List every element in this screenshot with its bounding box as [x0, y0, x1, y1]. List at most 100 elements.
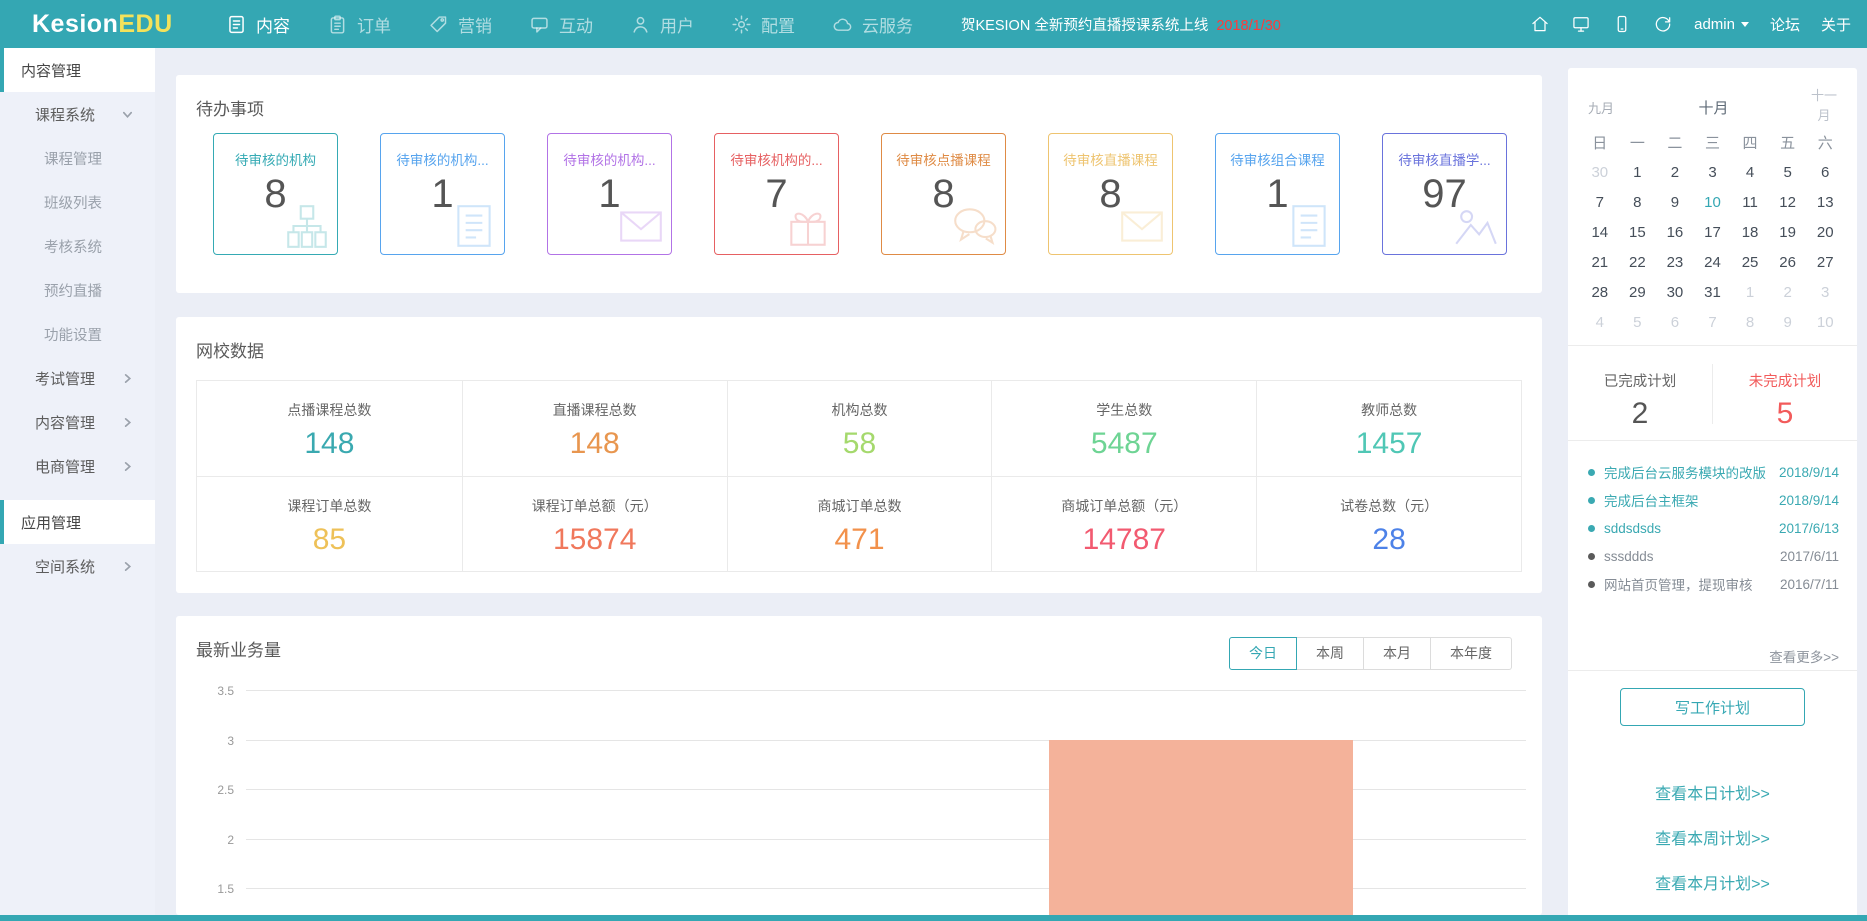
calendar-day[interactable]: 27: [1806, 247, 1844, 277]
todo-card-7[interactable]: 待审核直播学... 97: [1382, 133, 1507, 255]
stats-panel: 网校数据 点播课程总数 148 直播课程总数 148 机构总数 58 学生总数 …: [176, 317, 1542, 593]
calendar-day[interactable]: 8: [1731, 307, 1769, 337]
calendar-day[interactable]: 14: [1581, 217, 1619, 247]
app-logo[interactable]: KesionEDU: [32, 10, 218, 39]
todo-card-3[interactable]: 待审核机构的... 7: [714, 133, 839, 255]
calendar-day[interactable]: 11: [1731, 187, 1769, 217]
bottom-strip: [0, 915, 1867, 921]
range-tab-0[interactable]: 今日: [1229, 637, 1297, 670]
sidebar-item-class-list[interactable]: 班级列表: [0, 180, 155, 224]
sidebar-group-exam-mgmt[interactable]: 考试管理: [0, 356, 155, 400]
sidebar-section-app-mgmt[interactable]: 应用管理: [0, 500, 155, 544]
calendar-prev-month[interactable]: 九月: [1588, 98, 1614, 117]
plan-links: 查看本日计划>> 查看本周计划>> 查看本月计划>>: [1568, 780, 1857, 915]
range-tab-1[interactable]: 本周: [1296, 637, 1364, 670]
calendar-day[interactable]: 30: [1656, 277, 1694, 307]
sidebar-group-ecommerce-mgmt[interactable]: 电商管理: [0, 444, 155, 488]
calendar-day[interactable]: 3: [1694, 157, 1732, 187]
write-plan-button[interactable]: 写工作计划: [1620, 688, 1805, 726]
calendar-day[interactable]: 5: [1769, 157, 1807, 187]
calendar-day[interactable]: 5: [1619, 307, 1657, 337]
calendar-day[interactable]: 1: [1731, 277, 1769, 307]
calendar-day[interactable]: 31: [1694, 277, 1732, 307]
calendar-day[interactable]: 18: [1731, 217, 1769, 247]
calendar-day[interactable]: 7: [1581, 187, 1619, 217]
calendar-day[interactable]: 8: [1619, 187, 1657, 217]
calendar-day[interactable]: 10: [1806, 307, 1844, 337]
calendar-day[interactable]: 16: [1656, 217, 1694, 247]
nav-cloud[interactable]: 云服务: [832, 12, 913, 37]
view-today-plan-link[interactable]: 查看本日计划>>: [1568, 780, 1857, 804]
sidebar-group-course-system[interactable]: 课程系统: [0, 92, 155, 136]
range-tab-2[interactable]: 本月: [1363, 637, 1431, 670]
calendar-day[interactable]: 9: [1656, 187, 1694, 217]
calendar-day[interactable]: 6: [1656, 307, 1694, 337]
task-item[interactable]: sssddds 2017/6/11: [1568, 542, 1857, 570]
calendar-day[interactable]: 2: [1769, 277, 1807, 307]
todo-card-4[interactable]: 待审核点播课程 8: [881, 133, 1006, 255]
refresh-icon[interactable]: [1653, 14, 1673, 34]
calendar-day[interactable]: 23: [1656, 247, 1694, 277]
view-month-plan-link[interactable]: 查看本月计划>>: [1568, 870, 1857, 894]
sidebar-group-content-mgmt[interactable]: 内容管理: [0, 400, 155, 444]
sidebar-item-assessment[interactable]: 考核系统: [0, 224, 155, 268]
calendar-day[interactable]: 4: [1581, 307, 1619, 337]
calendar-day[interactable]: 12: [1769, 187, 1807, 217]
calendar-day[interactable]: 9: [1769, 307, 1807, 337]
sidebar-group-space-system[interactable]: 空间系统: [0, 544, 155, 588]
calendar-day[interactable]: 22: [1619, 247, 1657, 277]
stat-label: 课程订单总数: [197, 496, 462, 516]
task-item[interactable]: 完成后台主框架 2018/9/14: [1568, 486, 1857, 514]
calendar-day[interactable]: 26: [1769, 247, 1807, 277]
todo-card-2[interactable]: 待审核的机构... 1: [547, 133, 672, 255]
view-week-plan-link[interactable]: 查看本周计划>>: [1568, 825, 1857, 849]
calendar-day[interactable]: 1: [1619, 157, 1657, 187]
nav-marketing[interactable]: 营销: [428, 12, 492, 37]
todo-card-5[interactable]: 待审核直播课程 8: [1048, 133, 1173, 255]
calendar-day[interactable]: 2: [1656, 157, 1694, 187]
task-date: 2018/9/14: [1779, 465, 1839, 480]
todo-card-6[interactable]: 待审核组合课程 1: [1215, 133, 1340, 255]
home-icon[interactable]: [1530, 14, 1550, 34]
calendar-day[interactable]: 29: [1619, 277, 1657, 307]
forum-link[interactable]: 论坛: [1770, 14, 1800, 35]
sidebar-section-content-mgmt[interactable]: 内容管理: [0, 48, 155, 92]
task-item[interactable]: 网站首页管理，提现审核 2016/7/11: [1568, 570, 1857, 598]
calendar-day[interactable]: 17: [1694, 217, 1732, 247]
calendar-day[interactable]: 19: [1769, 217, 1807, 247]
task-item[interactable]: sddsdsds 2017/6/13: [1568, 514, 1857, 542]
calendar-day[interactable]: 25: [1731, 247, 1769, 277]
nav-settings[interactable]: 配置: [731, 12, 795, 37]
calendar-day[interactable]: 6: [1806, 157, 1844, 187]
calendar-day[interactable]: 15: [1619, 217, 1657, 247]
sidebar-item-live-booking[interactable]: 预约直播: [0, 268, 155, 312]
calendar-day[interactable]: 28: [1581, 277, 1619, 307]
calendar-day-today[interactable]: 10: [1694, 187, 1732, 217]
phone-icon[interactable]: [1612, 14, 1632, 34]
calendar-day[interactable]: 4: [1731, 157, 1769, 187]
chart-bar[interactable]: [1049, 740, 1353, 915]
nav-users[interactable]: 用户: [630, 12, 694, 37]
calendar-day[interactable]: 3: [1806, 277, 1844, 307]
todo-card-0[interactable]: 待审核的机构 8: [213, 133, 338, 255]
nav-interaction[interactable]: 互动: [529, 12, 593, 37]
nav-orders[interactable]: 订单: [327, 12, 391, 37]
stat-label: 课程订单总额（元）: [463, 496, 727, 516]
calendar-day[interactable]: 13: [1806, 187, 1844, 217]
calendar-next-month[interactable]: 十一月: [1809, 86, 1839, 125]
view-more-link[interactable]: 查看更多>>: [1769, 646, 1839, 666]
sidebar-item-course-mgmt[interactable]: 课程管理: [0, 136, 155, 180]
monitor-icon[interactable]: [1571, 14, 1591, 34]
calendar-day[interactable]: 7: [1694, 307, 1732, 337]
sidebar-item-function-settings[interactable]: 功能设置: [0, 312, 155, 356]
todo-card-1[interactable]: 待审核的机构... 1: [380, 133, 505, 255]
task-item[interactable]: 完成后台云服务模块的改版 2018/9/14: [1568, 458, 1857, 486]
calendar-day[interactable]: 30: [1581, 157, 1619, 187]
about-link[interactable]: 关于: [1821, 14, 1851, 35]
calendar-day[interactable]: 21: [1581, 247, 1619, 277]
admin-menu[interactable]: admin: [1694, 16, 1749, 33]
nav-content[interactable]: 内容: [226, 12, 290, 37]
calendar-day[interactable]: 20: [1806, 217, 1844, 247]
calendar-day[interactable]: 24: [1694, 247, 1732, 277]
range-tab-3[interactable]: 本年度: [1430, 637, 1512, 670]
